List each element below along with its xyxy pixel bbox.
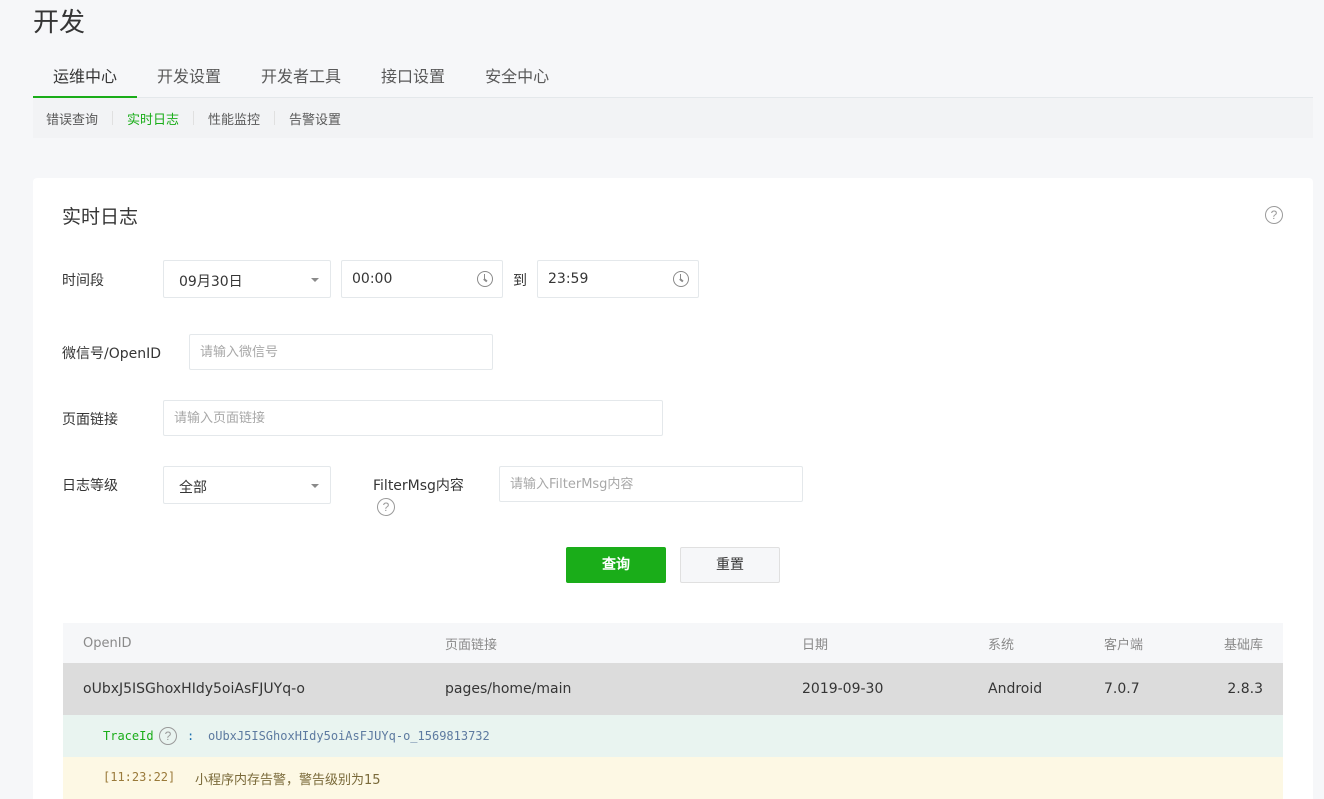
subtab-error-query[interactable]: 错误查询 [46, 109, 98, 128]
date-select[interactable]: 09月30日 [163, 260, 331, 298]
col-system: 系统 [988, 637, 1015, 653]
col-page-link: 页面链接 [445, 637, 498, 653]
clock-icon [673, 271, 689, 287]
page-link-label: 页面链接 [62, 412, 118, 428]
clock-icon [477, 271, 493, 287]
trace-id-value: oUbxJ5ISGhoxHIdy5oiAsFJUYq-o_1569813732 [208, 729, 490, 743]
sub-tabs: 错误查询 实时日志 性能监控 告警设置 [33, 98, 1313, 138]
to-label: 到 [513, 273, 527, 289]
filtermsg-input[interactable] [499, 466, 803, 502]
tab-security-center[interactable]: 安全中心 [465, 58, 569, 98]
log-level-value: 全部 [179, 480, 207, 496]
subtab-divider [193, 111, 195, 125]
openid-input[interactable] [189, 334, 493, 370]
table-header: OpenID 页面链接 日期 系统 客户端 基础库 [63, 623, 1283, 663]
log-entry-time: [11:23:22] [103, 770, 176, 784]
tab-dev-tools[interactable]: 开发者工具 [241, 58, 361, 98]
log-table: OpenID 页面链接 日期 系统 客户端 基础库 oUbxJ5ISGhoxHI… [63, 623, 1283, 799]
page-link-input[interactable] [163, 400, 663, 436]
filtermsg-label: FilterMsg内容 [373, 478, 464, 494]
cell-openid: oUbxJ5ISGhoxHIdy5oiAsFJUYq-o [83, 681, 305, 697]
cell-page-link: pages/home/main [445, 681, 572, 697]
date-select-value: 09月30日 [179, 274, 243, 290]
col-date: 日期 [802, 637, 829, 653]
subtab-performance[interactable]: 性能监控 [208, 109, 260, 128]
chevron-down-icon [311, 278, 319, 282]
openid-label: 微信号/OpenID [62, 346, 162, 362]
reset-button[interactable]: 重置 [680, 547, 780, 583]
subtab-alert-settings[interactable]: 告警设置 [289, 109, 341, 128]
trace-id-colon: : [187, 729, 195, 743]
query-button[interactable]: 查询 [566, 547, 666, 583]
subtab-realtime-log[interactable]: 实时日志 [127, 109, 179, 128]
help-icon[interactable]: ? [1265, 206, 1283, 224]
log-entry-row: [11:23:22] 小程序内存告警，警告级别为15 [63, 757, 1283, 799]
start-time-value: 00:00 [352, 271, 393, 287]
end-time-picker[interactable]: 23:59 [537, 260, 699, 298]
log-entry-message: 小程序内存告警，警告级别为15 [195, 773, 381, 788]
subtab-divider [274, 111, 276, 125]
cell-date: 2019-09-30 [802, 681, 884, 697]
col-client: 客户端 [1104, 637, 1144, 653]
cell-client: 7.0.7 [1104, 681, 1140, 697]
log-level-label: 日志等级 [62, 478, 118, 494]
trace-id-row: TraceId ? : oUbxJ5ISGhoxHIdy5oiAsFJUYq-o… [63, 715, 1283, 757]
time-range-label: 时间段 [62, 273, 104, 289]
trace-id-key: TraceId [103, 729, 154, 743]
realtime-log-card: 实时日志 ? 时间段 09月30日 00:00 到 23:59 微信号/Open… [33, 178, 1313, 799]
subtab-divider [112, 111, 114, 125]
tab-dev-settings[interactable]: 开发设置 [137, 58, 241, 98]
page-title: 开发 [33, 8, 86, 38]
trace-help-icon[interactable]: ? [159, 727, 177, 745]
log-level-select[interactable]: 全部 [163, 466, 331, 504]
filtermsg-help-icon[interactable]: ? [377, 498, 395, 516]
chevron-down-icon [311, 484, 319, 488]
col-openid: OpenID [83, 635, 132, 651]
cell-system: Android [988, 681, 1043, 697]
card-title: 实时日志 [62, 206, 139, 228]
start-time-picker[interactable]: 00:00 [341, 260, 503, 298]
table-row[interactable]: oUbxJ5ISGhoxHIdy5oiAsFJUYq-o pages/home/… [63, 663, 1283, 715]
main-tabs: 运维中心 开发设置 开发者工具 接口设置 安全中心 [33, 58, 1313, 98]
col-lib: 基础库 [1223, 637, 1263, 653]
tab-api-settings[interactable]: 接口设置 [361, 58, 465, 98]
end-time-value: 23:59 [548, 271, 589, 287]
tab-ops-center[interactable]: 运维中心 [33, 58, 138, 98]
cell-lib: 2.8.3 [1227, 681, 1263, 697]
